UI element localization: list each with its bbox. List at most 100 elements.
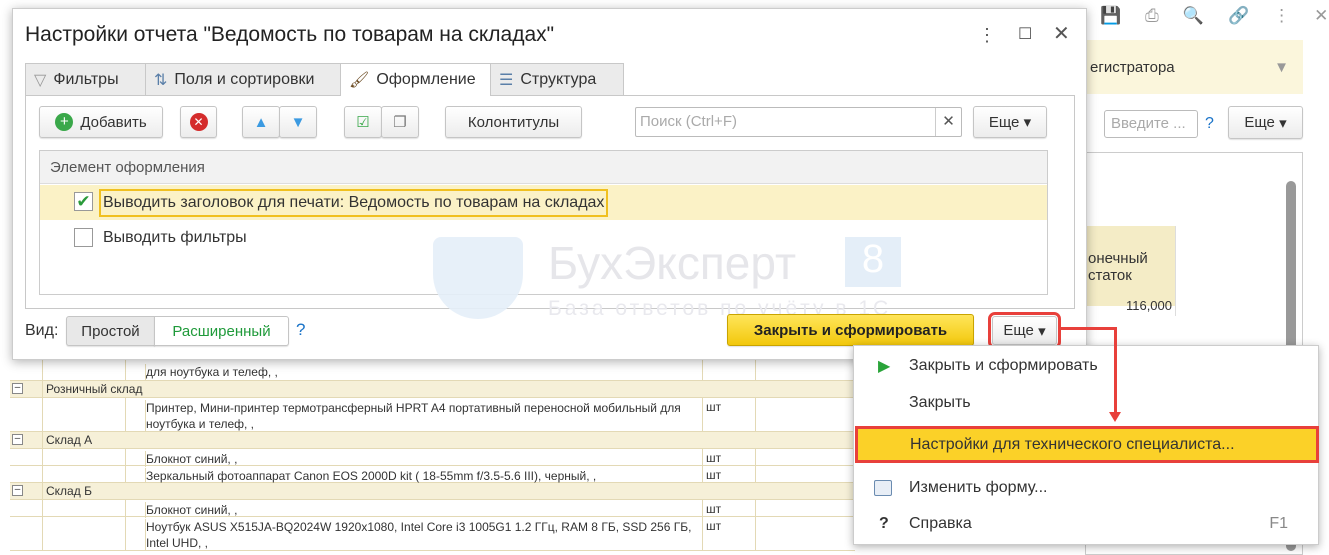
filter-panel: егистратора ▼ [1085, 40, 1303, 94]
tab-appearance[interactable]: 🖌 Оформление [340, 63, 491, 96]
uncheck-all-icon: ❐ [393, 114, 407, 131]
print-icon[interactable]: ⎙ [1145, 6, 1159, 26]
more-icon[interactable]: ⋮ [1273, 6, 1290, 26]
group-row: – Склад Б [10, 483, 855, 500]
view-simple-button[interactable]: Простой [66, 316, 155, 346]
column-divider [125, 360, 126, 380]
search-input[interactable]: Поиск (Ctrl+F) ✕ [635, 107, 962, 137]
item-name: Блокнот синий, , [145, 502, 695, 518]
column-divider [702, 398, 703, 431]
menu-item-edit-form[interactable]: Изменить форму... [854, 470, 1318, 506]
clear-search-icon[interactable]: ✕ [935, 108, 961, 136]
collapse-icon[interactable]: – [12, 434, 23, 445]
watermark-brand: БухЭксперт [548, 237, 797, 289]
close-icon[interactable]: ✕ [1053, 21, 1070, 46]
total-value: 116,000 [1086, 298, 1176, 316]
column-divider [702, 517, 703, 550]
column-divider [125, 500, 126, 516]
column-divider [42, 398, 43, 431]
view-extended-button[interactable]: Расширенный [154, 316, 289, 346]
column-divider [702, 500, 703, 516]
annotation-arrow [1060, 327, 1117, 330]
delete-icon: ✕ [189, 113, 208, 131]
item-name: Зеркальный фотоаппарат Canon EOS 2000D k… [145, 468, 695, 484]
item-name: Блокнот синий, , [145, 451, 695, 467]
menu-item-help[interactable]: ? Справка F1 [854, 506, 1318, 542]
item-unit: шт [706, 400, 722, 414]
headers-footers-button[interactable]: Колонтитулы [445, 106, 582, 138]
column-divider [755, 449, 756, 465]
column-divider [42, 500, 43, 516]
move-down-button[interactable]: ▼ [279, 106, 317, 138]
column-divider [125, 398, 126, 431]
more-button-highlighted[interactable]: Еще ▾ [988, 312, 1061, 349]
group-name: Розничный склад [46, 382, 143, 396]
structure-icon: ☰ [499, 71, 514, 89]
dialog-title: Настройки отчета "Ведомость по товарам н… [25, 23, 555, 46]
help-icon: ? [879, 515, 889, 532]
tab-filters[interactable]: ▽ Фильтры [25, 63, 146, 95]
close-and-generate-button[interactable]: Закрыть и сформировать [727, 314, 974, 346]
column-divider [42, 466, 43, 482]
group-name: Склад Б [46, 484, 92, 498]
column-divider [125, 449, 126, 465]
close-icon[interactable]: ✕ [1314, 6, 1328, 26]
column-divider [42, 449, 43, 465]
column-divider [125, 517, 126, 550]
check-all-icon: ☑ [356, 114, 370, 131]
arrow-down-icon: ▼ [290, 113, 306, 131]
help-link[interactable]: ? [1205, 115, 1214, 133]
settings-dialog: Настройки отчета "Ведомость по товарам н… [12, 8, 1087, 360]
move-up-button[interactable]: ▲ [242, 106, 280, 138]
filter-icon[interactable]: ▼ [1274, 59, 1289, 76]
group-row: – Розничный склад [10, 381, 855, 398]
collapse-icon[interactable]: – [12, 485, 23, 496]
preview-icon[interactable]: 🔍 [1183, 6, 1204, 26]
arrow-head-icon [1109, 412, 1121, 422]
collapse-icon[interactable]: – [12, 383, 23, 394]
grid-header: Элемент оформления [40, 151, 1047, 184]
column-divider [755, 398, 756, 431]
column-divider [42, 360, 43, 380]
checkbox-unchecked[interactable] [74, 228, 93, 247]
tab-fields-sorting[interactable]: ⇅ Поля и сортировки [145, 63, 341, 95]
more-dropdown-menu: ▶ Закрыть и сформировать Закрыть Настройк… [853, 345, 1319, 545]
item-unit: шт [706, 468, 722, 482]
menu-item-close-generate[interactable]: ▶ Закрыть и сформировать [854, 348, 1318, 384]
item-name: Принтер, Мини-принтер термотрансферный H… [145, 400, 695, 432]
shortcut-label: F1 [1269, 515, 1288, 532]
grid-row[interactable]: ✔ Выводить заголовок для печати: Ведомос… [40, 185, 1047, 220]
column-divider [42, 432, 43, 448]
more-button[interactable]: Еще ▾ [973, 106, 1047, 138]
column-divider [42, 381, 43, 397]
report-toolbar: 💾 ⎙ 🔍 🔗 ⋮ ✕ [1100, 6, 1328, 26]
search-input[interactable]: Введите ... [1104, 110, 1198, 138]
item-name: Ноутбук ASUS X515JA-BQ2024W 1920x1080, I… [145, 519, 695, 551]
arrow-up-icon: ▲ [253, 113, 269, 131]
more-icon[interactable]: ⋮ [978, 25, 996, 46]
maximize-icon[interactable]: ☐ [1018, 24, 1032, 44]
checkbox-checked[interactable]: ✔ [74, 192, 93, 211]
menu-item-close[interactable]: Закрыть [854, 385, 1318, 421]
help-link[interactable]: ? [296, 320, 305, 340]
delete-button[interactable]: ✕ [180, 106, 217, 138]
group-name: Склад А [46, 433, 93, 447]
add-button[interactable]: + Добавить [39, 106, 163, 138]
column-divider [125, 466, 126, 482]
column-divider [755, 500, 756, 516]
link-icon[interactable]: 🔗 [1228, 6, 1249, 26]
column-divider [702, 466, 703, 482]
table-row: для ноутбука и телеф, , [10, 360, 855, 381]
uncheck-all-button[interactable]: ❐ [381, 106, 419, 138]
filter-text: егистратора [1090, 58, 1175, 76]
more-button[interactable]: Еще ▾ [1228, 106, 1303, 139]
save-icon[interactable]: 💾 [1100, 6, 1121, 26]
item-unit: шт [706, 519, 722, 533]
menu-item-technical-settings[interactable]: Настройки для технического специалиста..… [855, 426, 1319, 463]
tab-structure[interactable]: ☰ Структура [490, 63, 624, 95]
group-row: – Склад А [10, 432, 855, 449]
check-all-button[interactable]: ☑ [344, 106, 382, 138]
plus-icon: + [55, 113, 74, 131]
column-divider [755, 360, 756, 380]
funnel-icon: ▽ [34, 71, 47, 89]
